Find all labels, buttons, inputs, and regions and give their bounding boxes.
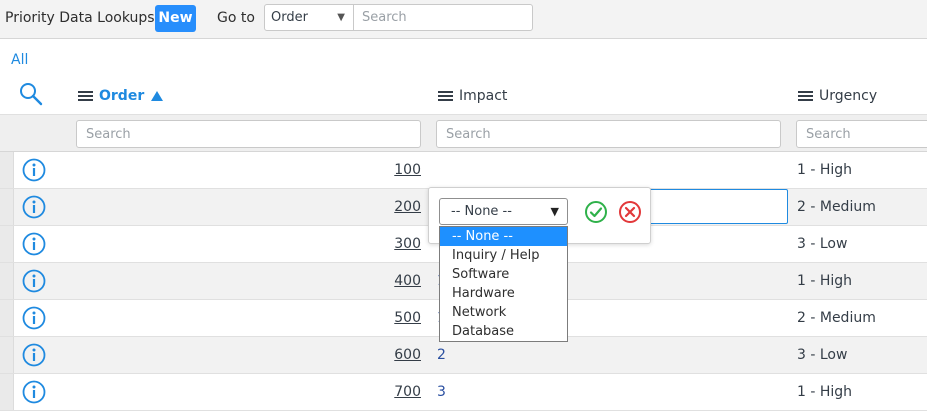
order-search-field[interactable] xyxy=(76,120,421,148)
impact-cell[interactable]: 2 xyxy=(437,347,446,363)
check-circle-icon[interactable] xyxy=(584,200,608,224)
order-link[interactable]: 700 xyxy=(380,384,421,400)
impact-search-input[interactable] xyxy=(437,121,780,147)
info-circle-icon[interactable] xyxy=(22,158,46,182)
order-link[interactable]: 600 xyxy=(380,347,421,363)
dropdown-option[interactable]: Software xyxy=(440,265,567,284)
urgency-cell[interactable]: 2 - Medium xyxy=(797,199,876,215)
dropdown-option[interactable]: Inquiry / Help xyxy=(440,246,567,265)
hamburger-icon[interactable] xyxy=(78,89,93,103)
dropdown-option[interactable]: Hardware xyxy=(440,284,567,303)
column-label-order: Order xyxy=(99,88,145,104)
urgency-cell[interactable]: 1 - High xyxy=(797,384,852,400)
order-link[interactable]: 400 xyxy=(380,273,421,289)
row-gutter xyxy=(0,300,14,336)
column-label-urgency: Urgency xyxy=(819,88,878,104)
page-title: Priority Data Lookups xyxy=(5,10,155,26)
info-circle-icon[interactable] xyxy=(22,195,46,219)
urgency-cell[interactable]: 3 - Low xyxy=(797,236,847,252)
row-gutter xyxy=(0,226,14,262)
row-gutter xyxy=(0,337,14,373)
x-circle-icon[interactable] xyxy=(618,200,642,224)
goto-field-select[interactable]: Order ▼ xyxy=(264,4,354,31)
table-row: 100 1 - High xyxy=(0,152,927,189)
urgency-cell[interactable]: 1 - High xyxy=(797,162,852,178)
info-circle-icon[interactable] xyxy=(22,232,46,256)
urgency-search-field[interactable] xyxy=(796,120,927,148)
column-header-order[interactable]: Order xyxy=(78,88,164,104)
new-button[interactable]: New xyxy=(155,5,196,32)
table-row: 600 2 3 - Low xyxy=(0,337,927,374)
row-gutter xyxy=(0,374,14,410)
impact-dropdown-list: -- None -- Inquiry / Help Software Hardware… xyxy=(439,226,568,342)
urgency-cell[interactable]: 3 - Low xyxy=(797,347,847,363)
order-link[interactable]: 100 xyxy=(380,162,421,178)
urgency-cell[interactable]: 2 - Medium xyxy=(797,310,876,326)
info-circle-icon[interactable] xyxy=(22,380,46,404)
info-circle-icon[interactable] xyxy=(22,306,46,330)
breadcrumb-all[interactable]: All xyxy=(11,52,28,68)
sort-ascending-icon xyxy=(151,91,164,101)
search-icon[interactable] xyxy=(19,82,43,106)
list-header-bar: Priority Data Lookups New Go to Order ▼ xyxy=(0,0,927,39)
row-gutter xyxy=(0,152,14,188)
row-gutter xyxy=(0,263,14,299)
dropdown-option[interactable]: Network xyxy=(440,303,567,322)
urgency-search-input[interactable] xyxy=(797,121,927,147)
urgency-cell[interactable]: 1 - High xyxy=(797,273,852,289)
info-circle-icon[interactable] xyxy=(22,269,46,293)
dropdown-option[interactable]: Database xyxy=(440,322,567,341)
order-link[interactable]: 300 xyxy=(380,236,421,252)
column-search-row xyxy=(0,114,927,152)
row-gutter xyxy=(0,189,14,225)
hamburger-icon[interactable] xyxy=(798,89,813,103)
order-link[interactable]: 200 xyxy=(380,199,421,215)
goto-search-input[interactable] xyxy=(354,5,532,30)
impact-select[interactable]: -- None -- ▼ xyxy=(439,198,568,225)
goto-label: Go to xyxy=(217,10,255,26)
impact-cell[interactable]: 3 xyxy=(437,384,446,400)
caret-down-icon: ▼ xyxy=(337,12,345,23)
impact-search-field[interactable] xyxy=(436,120,781,148)
dropdown-option[interactable]: -- None -- xyxy=(440,227,567,246)
caret-down-icon: ▼ xyxy=(550,205,559,218)
column-header-impact[interactable]: Impact xyxy=(438,88,507,104)
goto-search-box[interactable] xyxy=(353,4,533,31)
order-link[interactable]: 500 xyxy=(380,310,421,326)
column-header-urgency[interactable]: Urgency xyxy=(798,88,877,104)
hamburger-icon[interactable] xyxy=(438,89,453,103)
info-circle-icon[interactable] xyxy=(22,343,46,367)
column-label-impact: Impact xyxy=(459,88,508,104)
impact-select-value: -- None -- xyxy=(451,204,512,219)
order-search-input[interactable] xyxy=(77,121,420,147)
table-row: 700 3 1 - High xyxy=(0,374,927,411)
goto-field-value: Order xyxy=(271,10,308,25)
